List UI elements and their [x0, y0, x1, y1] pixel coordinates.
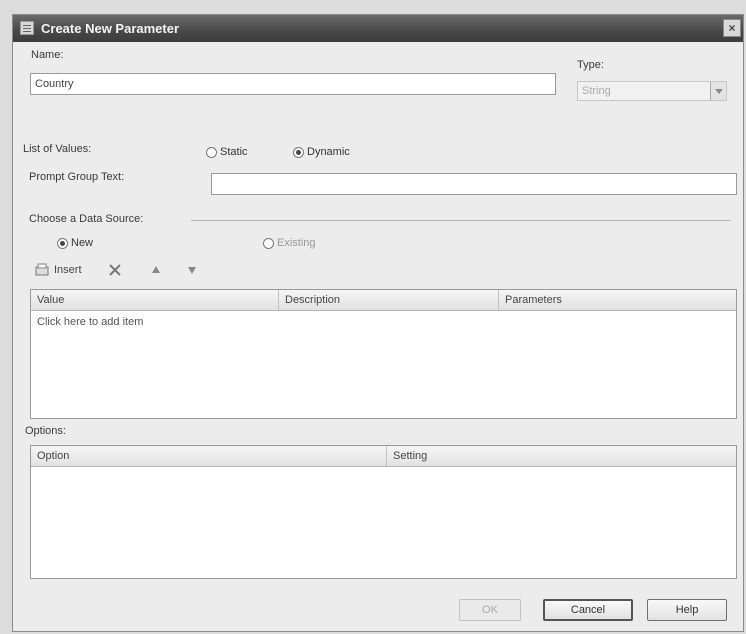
delete-icon[interactable] [108, 263, 122, 280]
add-item-row[interactable]: Click here to add item [37, 316, 143, 328]
title-bar[interactable]: Create New Parameter × [13, 15, 743, 42]
dialog-title: Create New Parameter [41, 21, 180, 36]
radio-existing-label: Existing [277, 237, 316, 249]
values-grid-header: Value Description Parameters [31, 290, 736, 311]
column-header-value[interactable]: Value [31, 290, 279, 310]
radio-existing[interactable]: Existing [263, 237, 316, 249]
type-label: Type: [577, 59, 604, 71]
insert-icon [35, 263, 49, 276]
radio-icon [263, 237, 274, 249]
radio-selected-icon [293, 146, 304, 158]
move-down-icon[interactable] [187, 265, 197, 278]
chevron-down-icon[interactable] [710, 82, 726, 100]
group-divider [191, 220, 731, 221]
radio-dynamic-label: Dynamic [307, 146, 350, 158]
radio-static[interactable]: Static [206, 146, 248, 158]
radio-static-label: Static [220, 146, 248, 158]
radio-selected-icon [57, 237, 68, 249]
data-source-label: Choose a Data Source: [29, 213, 144, 225]
radio-new-label: New [71, 237, 94, 249]
radio-icon [206, 146, 217, 158]
prompt-group-text-input[interactable] [211, 173, 737, 195]
cancel-button[interactable]: Cancel [543, 599, 633, 621]
prompt-group-text-label: Prompt Group Text: [29, 171, 125, 183]
create-parameter-dialog: Create New Parameter × Name: Country Typ… [12, 14, 744, 632]
list-of-values-label: List of Values: [23, 143, 92, 155]
type-combo[interactable]: String [577, 81, 727, 101]
insert-label: Insert [54, 264, 82, 276]
name-label: Name: [31, 49, 64, 61]
values-grid[interactable]: Value Description Parameters Click here … [30, 289, 737, 419]
radio-dynamic[interactable]: Dynamic [293, 146, 350, 158]
column-header-description[interactable]: Description [279, 290, 499, 310]
options-grid-header: Option Setting [31, 446, 736, 467]
close-button[interactable]: × [723, 19, 741, 37]
column-header-option[interactable]: Option [31, 446, 387, 466]
move-up-icon[interactable] [151, 265, 161, 278]
radio-new[interactable]: New [57, 237, 93, 249]
options-label: Options: [25, 425, 66, 437]
column-header-parameters[interactable]: Parameters [499, 290, 736, 310]
name-input[interactable]: Country [30, 73, 556, 95]
dialog-icon [20, 21, 34, 35]
insert-button[interactable]: Insert [35, 263, 82, 277]
column-header-setting[interactable]: Setting [387, 446, 736, 466]
help-button[interactable]: Help [647, 599, 727, 621]
type-value: String [582, 85, 611, 97]
ok-button[interactable]: OK [459, 599, 521, 621]
options-grid[interactable]: Option Setting [30, 445, 737, 579]
